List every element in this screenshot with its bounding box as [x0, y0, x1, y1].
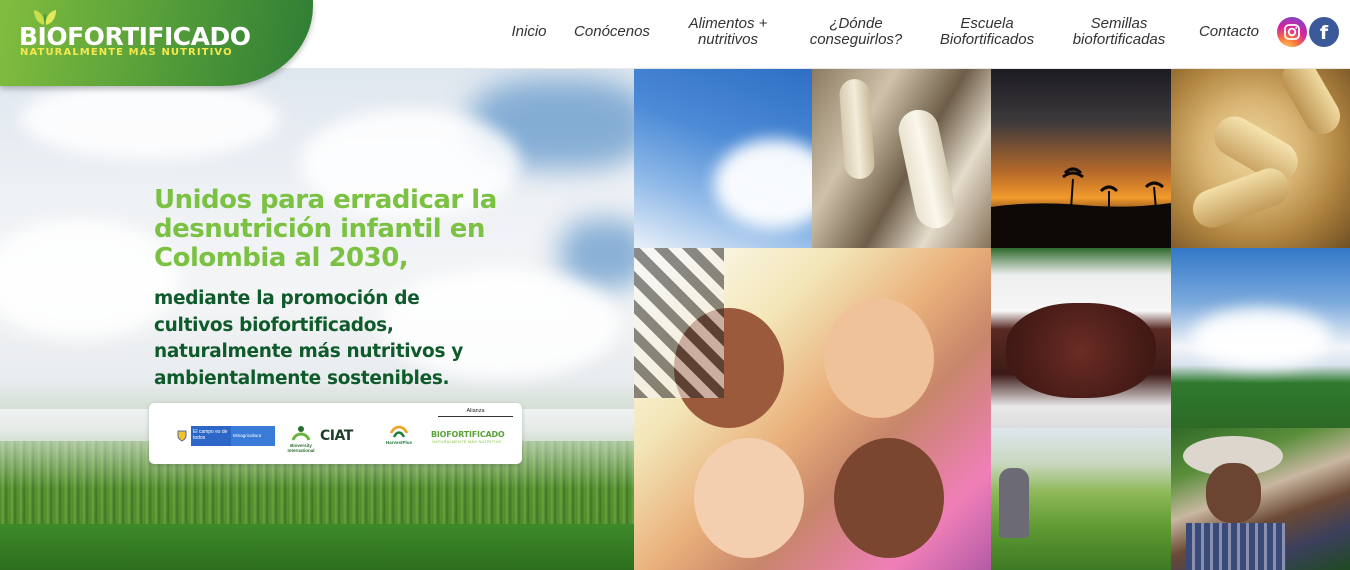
biofortificado-small-tagline: NATURALMENTE MÁS NUTRITIVO [432, 440, 502, 444]
harvestplus-icon [389, 425, 409, 438]
alianza-label: Alianza [438, 408, 513, 417]
photo-sky-clouds [634, 69, 812, 248]
photo-corn-cobs [1171, 69, 1350, 248]
bioversity-name: Bioversity International [287, 443, 315, 453]
photo-sunset-palms [991, 69, 1171, 248]
child-face [694, 438, 804, 558]
photo-farmer-in-field [991, 428, 1171, 570]
colombia-shield-icon [173, 426, 191, 446]
hero-banner: Unidos para erradicar la desnutrición in… [0, 69, 634, 570]
bioversity-logo[interactable]: Bioversity International [286, 424, 316, 454]
cloud [714, 139, 812, 229]
harvestplus-name: HarvestPlus [385, 440, 412, 445]
brand-logo[interactable]: BIOFORTIFICADO NATURALMENTE MÁS NUTRITIV… [0, 0, 313, 86]
facebook-glyph: f [1319, 22, 1329, 44]
cloud [20, 79, 280, 159]
nav-conocenos[interactable]: Conócenos [566, 0, 658, 64]
nav-donde-conseguirlos[interactable]: ¿Dónde conseguirlos? [796, 0, 916, 64]
facebook-icon[interactable]: f [1309, 17, 1339, 47]
hero-subheadline: mediante la promoción de cultivos biofor… [154, 288, 464, 389]
photo-crop-field-sky [1171, 248, 1350, 428]
child-face [834, 438, 944, 558]
corn-cob [894, 106, 960, 232]
minagricultura-name: Minagricultura [231, 426, 275, 446]
corn-cob [1187, 163, 1295, 233]
nav-semillas-biofortificadas[interactable]: Semillas biofortificadas [1060, 0, 1178, 64]
photo-smiling-children [634, 248, 991, 570]
nav-inicio[interactable]: Inicio [500, 0, 558, 64]
photo-corn-husks [812, 69, 991, 248]
field-foreground [0, 524, 634, 570]
harvestplus-logo[interactable]: HarvestPlus [385, 423, 413, 453]
minagricultura-slogan: El campo es de todos [191, 426, 231, 446]
bioversity-icon [291, 426, 311, 441]
nav-alimentos-nutritivos[interactable]: Alimentos + nutritivos [670, 0, 786, 64]
palm-silhouettes [991, 167, 1171, 248]
instagram-glyph [1284, 24, 1300, 40]
child-face [824, 298, 934, 418]
brand-tagline: NATURALMENTE MÁS NUTRITIVO [20, 47, 233, 58]
biofortificado-small-logo[interactable]: BIOFORTIFICADO [431, 430, 505, 439]
ciat-logo[interactable]: CIAT [320, 428, 353, 444]
photo-sack-of-beans [991, 248, 1171, 428]
corn-cob [838, 78, 876, 180]
sky-patch [560, 219, 634, 289]
beans [1006, 303, 1156, 398]
instagram-icon[interactable] [1277, 17, 1307, 47]
farmer-face [1206, 463, 1261, 523]
corn-cob [1275, 69, 1347, 141]
cloud [0, 219, 180, 339]
farmer-figure [999, 468, 1029, 538]
partner-logos: Alianza El campo es de todos Minagricult… [149, 403, 522, 464]
nav-contacto[interactable]: Contacto [1190, 0, 1268, 64]
nav-escuela-biofortificados[interactable]: Escuela Biofortificados [930, 0, 1044, 64]
cloud [1191, 308, 1331, 368]
hero-headline: Unidos para erradicar la desnutrición in… [154, 185, 497, 273]
minagricultura-logo[interactable]: El campo es de todos Minagricultura [173, 426, 275, 446]
plaid-shirt [1186, 523, 1286, 570]
photo-farmer-portrait [1171, 428, 1350, 570]
striped-shirt [634, 248, 724, 398]
